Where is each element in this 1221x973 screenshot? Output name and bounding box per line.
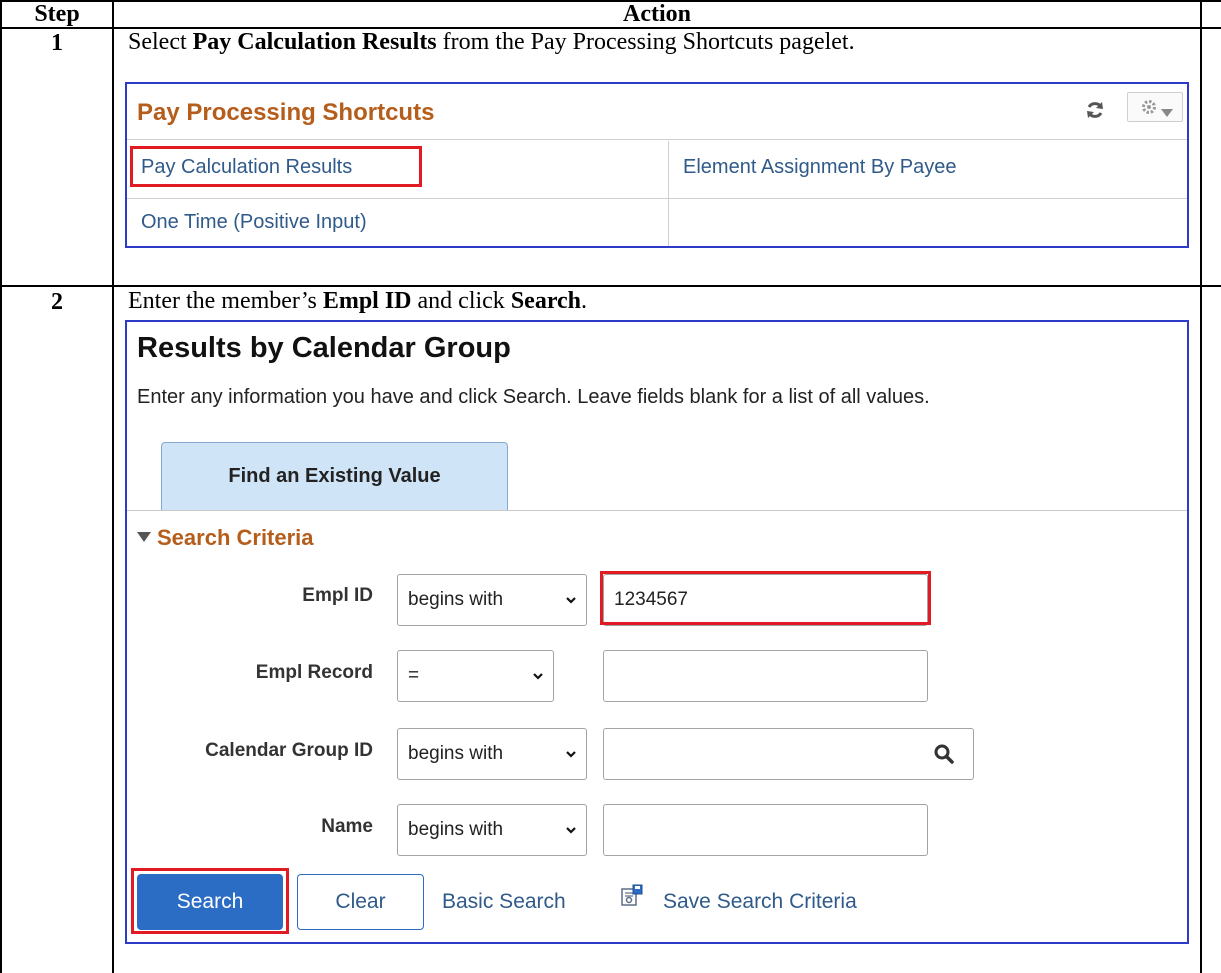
name-operator-value: begins with xyxy=(408,819,504,840)
chevron-down-icon xyxy=(566,827,576,834)
calendar-group-id-operator-value: begins with xyxy=(408,743,504,764)
highlight-search-button xyxy=(131,868,289,934)
table-left-border xyxy=(0,0,2,973)
step-number-1: 1 xyxy=(51,30,63,56)
search-instructions: Enter any information you have and click… xyxy=(137,386,930,408)
gear-icon xyxy=(1140,98,1158,116)
name-label: Name xyxy=(321,816,373,837)
highlight-pay-calculation-results xyxy=(130,146,422,187)
name-operator-select[interactable]: begins with xyxy=(397,804,587,856)
empl-id-label: Empl ID xyxy=(302,585,373,606)
lookup-search-icon[interactable] xyxy=(933,743,955,765)
basic-search-link[interactable]: Basic Search xyxy=(442,890,566,914)
header-action: Action xyxy=(623,1,691,27)
triangle-down-icon xyxy=(137,529,151,547)
tab-find-existing-value[interactable]: Find an Existing Value xyxy=(161,442,508,510)
chevron-down-icon xyxy=(1161,104,1173,117)
chevron-down-icon xyxy=(566,597,576,604)
empl-id-operator-select[interactable]: begins with xyxy=(397,574,587,626)
header-step: Step xyxy=(34,1,80,27)
name-input[interactable] xyxy=(603,804,928,856)
empl-record-label: Empl Record xyxy=(255,662,373,683)
calendar-group-id-operator-select[interactable]: begins with xyxy=(397,728,587,780)
clear-button-label: Clear xyxy=(335,890,386,913)
pagelet-header: Pay Processing Shortcuts xyxy=(127,84,1187,140)
page-title: Results by Calendar Group xyxy=(137,332,511,364)
calendar-group-id-input[interactable] xyxy=(603,728,974,780)
empl-record-operator-value: = xyxy=(408,665,420,686)
step-column-divider xyxy=(112,0,114,973)
save-search-criteria-link[interactable]: Save Search Criteria xyxy=(663,890,857,914)
step-1-instruction: Select Pay Calculation Results from the … xyxy=(128,29,855,55)
search-criteria-label: Search Criteria xyxy=(157,525,314,550)
pagelet-options-button[interactable] xyxy=(1127,92,1183,122)
row1-bottom-border xyxy=(0,285,1221,287)
chevron-down-icon xyxy=(566,751,576,758)
highlight-empl-id-input xyxy=(600,571,931,625)
search-criteria-section[interactable]: Search Criteria xyxy=(137,525,314,551)
tab-label: Find an Existing Value xyxy=(228,465,441,487)
link-one-time-positive-input[interactable]: One Time (Positive Input) xyxy=(141,211,367,234)
empl-record-operator-select[interactable]: = xyxy=(397,650,554,702)
step-number-2: 2 xyxy=(51,289,63,315)
empl-record-input[interactable] xyxy=(603,650,928,702)
refresh-icon[interactable] xyxy=(1083,98,1107,122)
pagelet-grid-line-vertical xyxy=(668,141,669,246)
table-right-border xyxy=(1200,0,1202,973)
results-by-calendar-group-panel: Results by Calendar Group Enter any info… xyxy=(125,320,1189,944)
pagelet-grid-line-horizontal xyxy=(127,198,1187,199)
step-2-instruction: Enter the member’s Empl ID and click Sea… xyxy=(128,288,588,314)
link-element-assignment-by-payee[interactable]: Element Assignment By Payee xyxy=(683,156,956,179)
calendar-group-id-label: Calendar Group ID xyxy=(205,740,373,761)
tab-strip-divider xyxy=(127,510,1187,511)
chevron-down-icon xyxy=(533,673,543,680)
save-search-icon[interactable] xyxy=(620,884,644,908)
pagelet-title: Pay Processing Shortcuts xyxy=(137,99,435,126)
clear-button[interactable]: Clear xyxy=(297,874,424,930)
empl-id-operator-value: begins with xyxy=(408,589,504,610)
